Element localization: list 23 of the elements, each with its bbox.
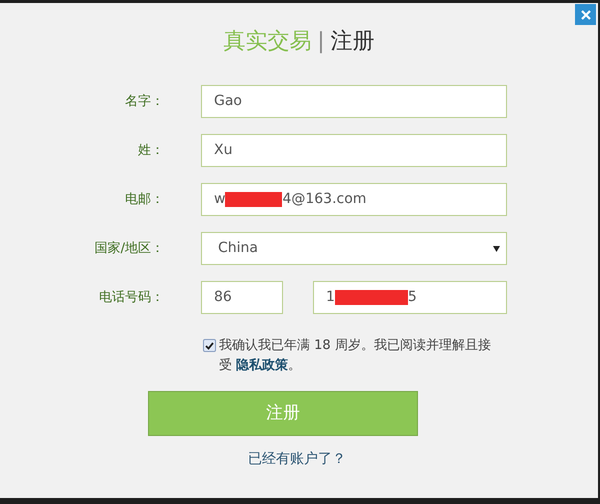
field-label: 国家/地区： bbox=[94, 240, 165, 258]
email-input[interactable]: w 4@163.com bbox=[201, 183, 507, 216]
text-input[interactable]: Xu bbox=[201, 134, 507, 167]
field-label: 姓： bbox=[137, 142, 165, 160]
redaction-bar bbox=[225, 192, 282, 207]
country-select[interactable]: China bbox=[201, 232, 507, 265]
login-link[interactable]: 已经有账户了？ bbox=[248, 449, 346, 470]
brand-title: 真实交易 bbox=[223, 28, 312, 56]
text-input[interactable]: Gao bbox=[201, 85, 507, 118]
field-label: 名字： bbox=[124, 92, 165, 111]
page-title: 注册 bbox=[330, 28, 375, 56]
privacy-policy-link[interactable]: 隐私政策 bbox=[236, 358, 288, 373]
checkmark-icon bbox=[205, 342, 214, 350]
consent-text: 我确认我已年满 18 周岁。我已阅读并理解且接受 隐私政策。 bbox=[219, 337, 492, 375]
consent-checkbox[interactable] bbox=[203, 339, 216, 352]
dropdown-caret-icon bbox=[493, 246, 500, 252]
phone-number-input[interactable]: 1 5 bbox=[313, 281, 507, 314]
country-code-input[interactable]: 86 bbox=[201, 281, 283, 314]
close-icon bbox=[580, 10, 590, 20]
field-label: 电话号码： bbox=[98, 288, 165, 307]
field-label: 电邮： bbox=[124, 190, 165, 209]
title-separator: | bbox=[317, 28, 325, 56]
close-button[interactable] bbox=[575, 4, 596, 25]
